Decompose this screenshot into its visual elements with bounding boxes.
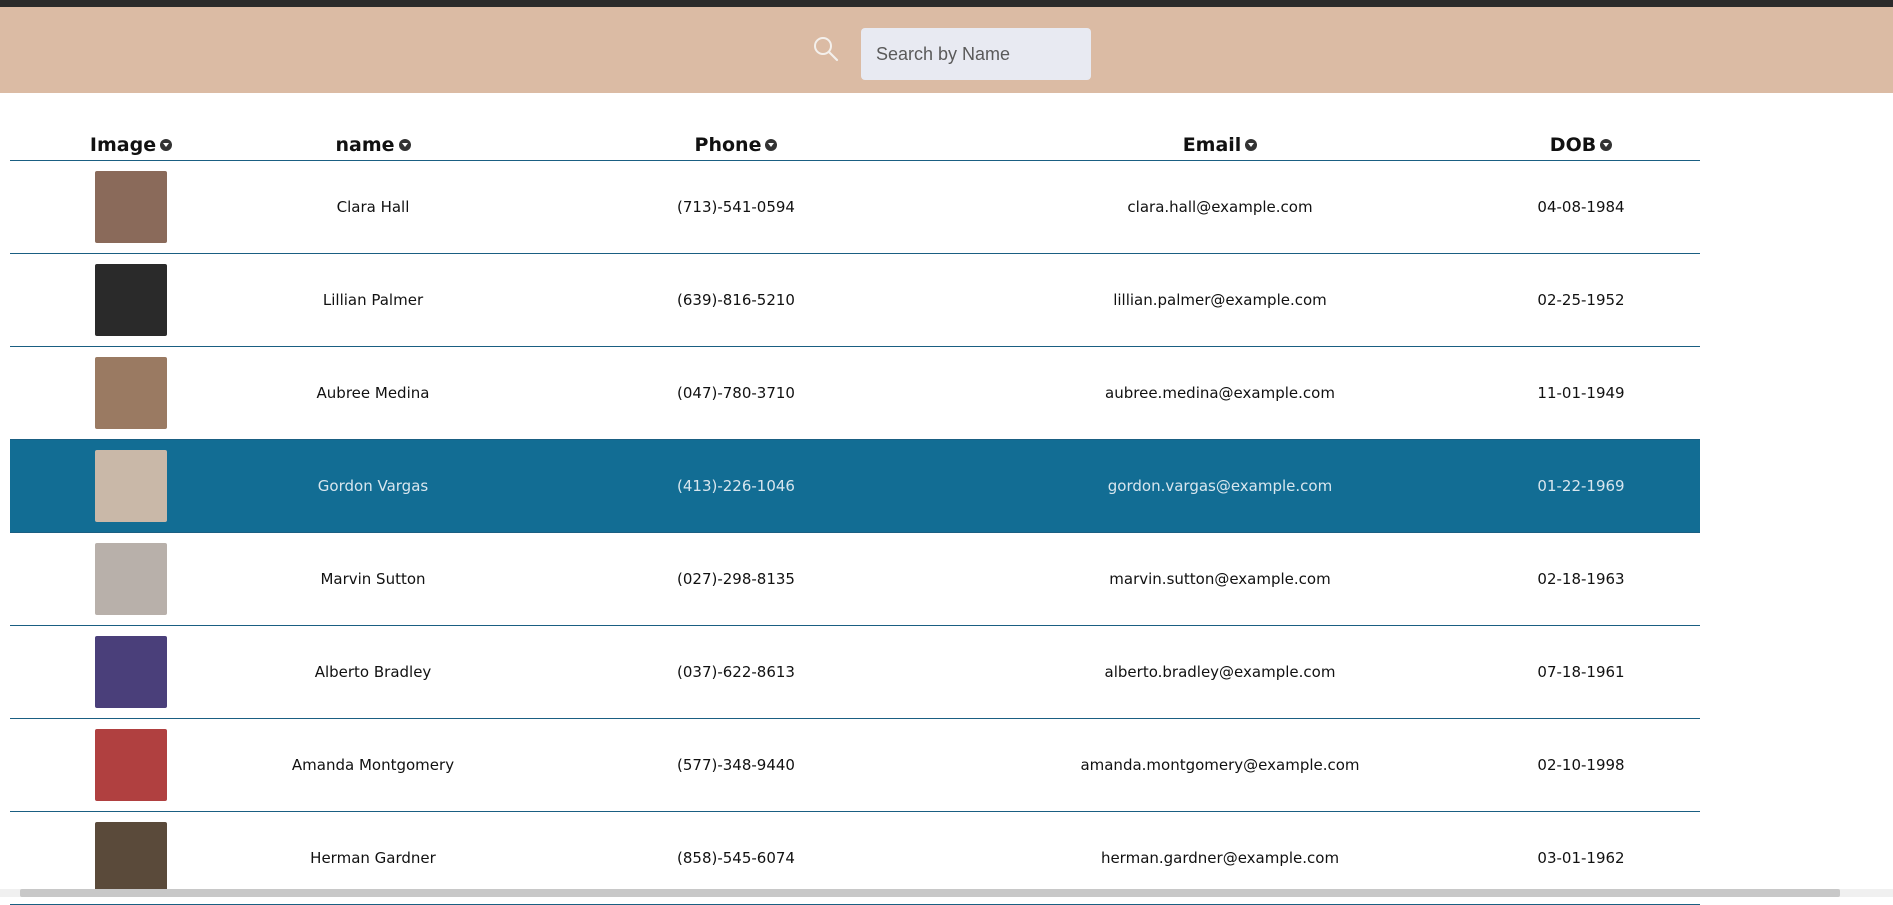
contacts-table-container: Image name Phone Email DOB Clara Hall (71…: [10, 112, 1700, 905]
horizontal-scrollbar[interactable]: [0, 889, 1893, 897]
table-row[interactable]: Gordon Vargas (413)-226-1046 gordon.vargas…: [10, 439, 1700, 533]
cell-name: Clara Hall: [252, 160, 494, 254]
cell-email: clara.hall@example.com: [978, 160, 1462, 254]
column-header-dob[interactable]: DOB: [1462, 112, 1700, 161]
table-header-row: Image name Phone Email DOB: [10, 112, 1700, 161]
cell-email: amanda.montgomery@example.com: [978, 718, 1462, 812]
top-strip: [0, 0, 1893, 7]
table-row[interactable]: Lillian Palmer (639)-816-5210 lillian.palm…: [10, 253, 1700, 347]
cell-phone: (713)-541-0594: [494, 160, 978, 254]
avatar: [95, 636, 167, 708]
cell-dob: 04-08-1984: [1462, 160, 1700, 254]
scrollbar-thumb[interactable]: [20, 889, 1840, 897]
search-header: [0, 7, 1893, 93]
sort-icon[interactable]: [398, 139, 411, 151]
search-icon: [814, 37, 839, 62]
contacts-table: Image name Phone Email DOB Clara Hall (71…: [10, 112, 1700, 905]
cell-email: marvin.sutton@example.com: [978, 532, 1462, 626]
cell-dob: 02-10-1998: [1462, 718, 1700, 812]
table-row[interactable]: Amanda Montgomery (577)-348-9440 amanda.mo…: [10, 718, 1700, 812]
cell-phone: (047)-780-3710: [494, 346, 978, 440]
cell-email: gordon.vargas@example.com: [978, 439, 1462, 533]
sort-icon[interactable]: [765, 139, 778, 151]
cell-name: Aubree Medina: [252, 346, 494, 440]
cell-dob: 02-18-1963: [1462, 532, 1700, 626]
cell-phone: (577)-348-9440: [494, 718, 978, 812]
cell-image: [10, 625, 252, 719]
table-body: Clara Hall (713)-541-0594 clara.hall@examp…: [10, 160, 1700, 905]
column-header-name[interactable]: name: [252, 112, 494, 161]
avatar: [95, 264, 167, 336]
column-header-label: Image: [89, 134, 157, 156]
table-row[interactable]: Aubree Medina (047)-780-3710 aubree.medina…: [10, 346, 1700, 440]
cell-email: aubree.medina@example.com: [978, 346, 1462, 440]
cell-phone: (413)-226-1046: [494, 439, 978, 533]
search-input[interactable]: [861, 28, 1091, 80]
cell-dob: 02-25-1952: [1462, 253, 1700, 347]
cell-phone: (027)-298-8135: [494, 532, 978, 626]
cell-image: [10, 160, 252, 254]
cell-phone: (037)-622-8613: [494, 625, 978, 719]
avatar: [95, 729, 167, 801]
sort-icon[interactable]: [1245, 139, 1258, 151]
cell-image: [10, 532, 252, 626]
avatar: [95, 357, 167, 429]
cell-email: alberto.bradley@example.com: [978, 625, 1462, 719]
column-header-image[interactable]: Image: [10, 112, 252, 161]
table-row[interactable]: Alberto Bradley (037)-622-8613 alberto.bra…: [10, 625, 1700, 719]
cell-dob: 11-01-1949: [1462, 346, 1700, 440]
cell-phone: (639)-816-5210: [494, 253, 978, 347]
cell-image: [10, 718, 252, 812]
column-header-label: Email: [1182, 134, 1242, 156]
table-row[interactable]: Clara Hall (713)-541-0594 clara.hall@examp…: [10, 160, 1700, 254]
column-header-label: Phone: [694, 134, 762, 156]
avatar: [95, 543, 167, 615]
avatar: [95, 450, 167, 522]
column-header-label: name: [335, 134, 395, 156]
sort-icon[interactable]: [160, 139, 173, 151]
table-row[interactable]: Marvin Sutton (027)-298-8135 marvin.sutton…: [10, 532, 1700, 626]
cell-name: Amanda Montgomery: [252, 718, 494, 812]
column-header-label: DOB: [1549, 134, 1597, 156]
cell-name: Gordon Vargas: [252, 439, 494, 533]
cell-name: Lillian Palmer: [252, 253, 494, 347]
avatar: [95, 822, 167, 894]
sort-icon[interactable]: [1600, 139, 1613, 151]
column-header-phone[interactable]: Phone: [494, 112, 978, 161]
cell-image: [10, 253, 252, 347]
column-header-email[interactable]: Email: [978, 112, 1462, 161]
cell-name: Marvin Sutton: [252, 532, 494, 626]
cell-image: [10, 346, 252, 440]
cell-image: [10, 439, 252, 533]
cell-email: lillian.palmer@example.com: [978, 253, 1462, 347]
cell-dob: 07-18-1961: [1462, 625, 1700, 719]
avatar: [95, 171, 167, 243]
cell-dob: 01-22-1969: [1462, 439, 1700, 533]
cell-name: Alberto Bradley: [252, 625, 494, 719]
